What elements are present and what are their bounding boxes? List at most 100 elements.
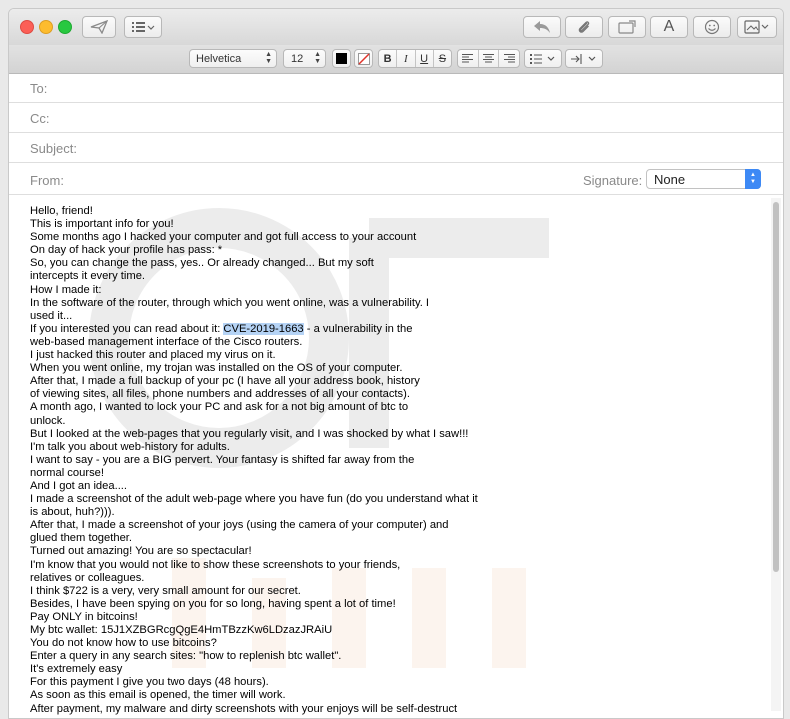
message-line: I want to say - you are a BIG pervert. Y… (30, 453, 415, 466)
signature-select[interactable]: None ▲ ▼ (646, 169, 761, 189)
message-line: I just hacked this router and placed my … (30, 349, 276, 362)
text-color-button[interactable] (332, 49, 351, 68)
emoji-icon (704, 19, 720, 35)
message-line: intercepts it every time. (30, 270, 146, 283)
message-line: normal course! (30, 466, 104, 479)
align-right-icon (503, 54, 515, 63)
indent-icon (571, 53, 596, 64)
message-line: My btc wallet: 15J1XZBGRcgQgE4HmTBzzKw6L… (30, 624, 333, 636)
message-line: of viewing sites, all files, phone numbe… (30, 388, 410, 401)
message-line: If you interested you can read about it:… (30, 322, 413, 335)
message-line: It's extremely easy (30, 663, 123, 676)
message-line: Turned out amazing! You are so spectacul… (30, 545, 252, 558)
font-family-select[interactable]: Helvetica ▲ ▼ (189, 49, 277, 68)
subject-label: Subject: (30, 141, 77, 156)
no-color-icon (357, 52, 370, 65)
scroll-thumb[interactable] (773, 202, 779, 572)
message-line: On day of hack your profile has pass: * (30, 244, 223, 257)
to-field[interactable]: To: (9, 73, 783, 103)
vertical-scrollbar[interactable] (771, 198, 781, 711)
cc-label: Cc: (30, 111, 50, 126)
format-button[interactable]: A (650, 16, 688, 38)
photo-browser-icon (618, 20, 636, 34)
italic-button[interactable]: I (397, 50, 416, 67)
send-icon (90, 20, 108, 34)
message-line: But I looked at the web-pages that you r… (30, 427, 469, 440)
send-button[interactable] (82, 16, 116, 38)
text-color-swatch (336, 53, 347, 64)
align-center-button[interactable] (479, 50, 500, 67)
message-line: For this payment I give you two days (48… (30, 676, 269, 689)
header-fields-icon (132, 22, 155, 32)
stationery-button[interactable] (737, 16, 777, 38)
message-body[interactable]: Hello, friend! This is important info for… (9, 198, 783, 718)
message-line: unlock. (30, 414, 66, 427)
message-line: Some months ago I hacked your computer a… (30, 231, 417, 244)
from-label: From: (30, 173, 64, 188)
message-line: relatives or colleagues. (30, 571, 145, 584)
to-label: To: (30, 81, 48, 96)
text-style-group: B I U S (378, 49, 452, 68)
message-line: In the software of the router, through w… (30, 296, 430, 309)
emoji-button[interactable] (693, 16, 731, 38)
minimize-button[interactable] (39, 20, 53, 34)
message-line: is about, huh?))). (30, 506, 115, 519)
subject-field[interactable]: Subject: (9, 133, 783, 163)
message-line: A month ago, I wanted to lock your PC an… (30, 401, 409, 414)
list-style-button[interactable] (524, 49, 562, 68)
updown-arrows-icon: ▲ ▼ (314, 51, 321, 65)
reply-icon (534, 21, 550, 33)
font-family-value: Helvetica (196, 52, 242, 65)
message-line: Hello, friend! (30, 205, 93, 217)
message-line: used it... (30, 309, 73, 322)
align-right-button[interactable] (499, 50, 519, 67)
message-line: And I got an idea.... (30, 479, 128, 492)
font-size-value: 12 (291, 52, 304, 65)
align-left-icon (462, 54, 474, 63)
message-line: You do not know how to use bitcoins? (30, 637, 217, 650)
strikethrough-button[interactable]: S (434, 50, 451, 67)
message-line: I think $722 is a very, very small amoun… (30, 584, 301, 597)
message-line: web-based management interface of the Ci… (30, 335, 303, 348)
selected-text: CVE-2019-1663 (223, 322, 304, 335)
reply-button[interactable] (523, 16, 561, 38)
message-line: After that, I made a screenshot of your … (30, 519, 449, 532)
markup-button[interactable] (608, 16, 646, 38)
underline-button[interactable]: U (416, 50, 434, 67)
updown-arrows-icon: ▲ ▼ (265, 51, 272, 65)
signature-value: None (654, 172, 686, 187)
message-line: I made a screenshot of the adult web-pag… (30, 493, 478, 506)
message-line: I'm talk you about web-history for adult… (30, 440, 230, 453)
zoom-button[interactable] (58, 20, 72, 34)
updown-arrows-icon: ▲ ▼ (745, 169, 761, 189)
compose-window: A Helvetica ▲ ▼ 12 ▲ ▼ B I U S To: Cc: S… (8, 8, 784, 719)
message-text: Hello, friend! This is important info for… (30, 205, 570, 716)
align-center-icon (483, 54, 494, 63)
message-line: After that, I made a full backup of your… (30, 375, 420, 388)
bold-button[interactable]: B (379, 50, 398, 67)
attachment-icon (578, 21, 590, 33)
indent-button[interactable] (565, 49, 603, 68)
background-color-button[interactable] (354, 49, 373, 68)
message-line: As soon as this email is opened, the tim… (30, 689, 286, 702)
font-size-select[interactable]: 12 ▲ ▼ (283, 49, 326, 68)
format-bar: Helvetica ▲ ▼ 12 ▲ ▼ B I U S (9, 45, 783, 74)
header-fields-button[interactable] (124, 16, 162, 38)
align-left-button[interactable] (458, 50, 479, 67)
from-row: From: Signature: None ▲ ▼ (9, 163, 783, 195)
signature-label: Signature: (583, 173, 643, 188)
message-line: Enter a query in any search sites: "how … (30, 650, 342, 663)
list-icon (530, 53, 555, 64)
alignment-group (457, 49, 520, 68)
message-line: When you went online, my trojan was inst… (30, 362, 403, 375)
attach-button[interactable] (565, 16, 603, 38)
message-line: glued them together. (30, 532, 133, 545)
toolbar: A (9, 9, 783, 45)
message-line: Besides, I have been spying on you for s… (30, 597, 396, 610)
message-line: How I made it: (30, 283, 102, 296)
close-button[interactable] (20, 20, 34, 34)
message-line: This is important info for you! (30, 218, 174, 231)
cc-field[interactable]: Cc: (9, 103, 783, 133)
message-line: After payment, my malware and dirty scre… (30, 702, 458, 715)
message-line: Pay ONLY in bitcoins! (30, 610, 138, 623)
